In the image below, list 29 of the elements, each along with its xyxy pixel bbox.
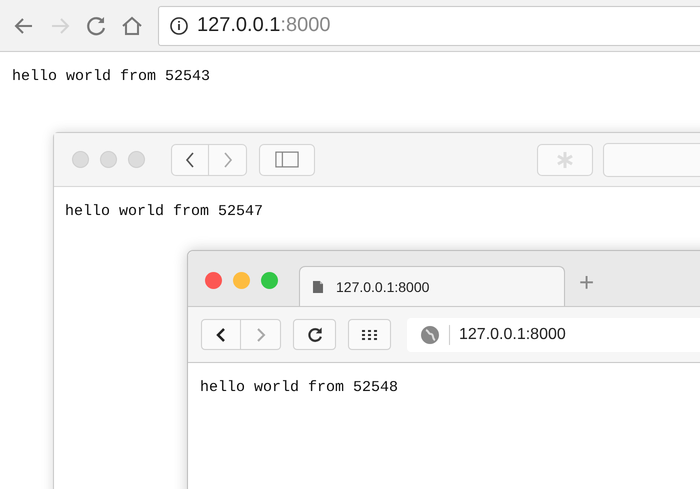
minimize-dot[interactable] xyxy=(233,272,250,289)
address-field[interactable] xyxy=(603,142,700,176)
zoom-dot[interactable] xyxy=(261,272,278,289)
page-text: hello world from 52543 xyxy=(11,67,212,87)
chevron-right-icon xyxy=(222,150,234,170)
globe-icon xyxy=(420,324,440,344)
browser-tab[interactable]: 127.0.0.1:8000 xyxy=(299,266,565,306)
address-bar[interactable]: 127.0.0.1:8000 xyxy=(158,6,700,46)
chevron-left-icon xyxy=(184,150,196,170)
back-button[interactable] xyxy=(201,319,241,350)
address-bar[interactable]: 127.0.0.1:8000 xyxy=(407,318,700,352)
apps-button[interactable] xyxy=(348,319,391,350)
sidebar-icon xyxy=(275,151,299,168)
window-control-dot[interactable] xyxy=(100,151,117,168)
window-control-dot[interactable] xyxy=(72,151,89,168)
document-icon xyxy=(312,280,324,294)
close-dot[interactable] xyxy=(205,272,222,289)
reload-button[interactable] xyxy=(293,319,336,350)
grid-dots-icon xyxy=(360,328,378,340)
url-text: 127.0.0.1:8000 xyxy=(459,326,566,344)
extension-button[interactable] xyxy=(537,144,593,176)
page-text: hello world from 52547 xyxy=(64,202,264,222)
sidebar-button[interactable] xyxy=(259,144,315,176)
page-text: hello world from 52548 xyxy=(199,378,400,398)
tab-title: 127.0.0.1:8000 xyxy=(336,278,430,294)
window-control-dot[interactable] xyxy=(128,151,145,168)
asterisk-icon xyxy=(555,150,575,170)
url-text: 127.0.0.1:8000 xyxy=(197,14,330,37)
info-icon xyxy=(169,16,189,36)
